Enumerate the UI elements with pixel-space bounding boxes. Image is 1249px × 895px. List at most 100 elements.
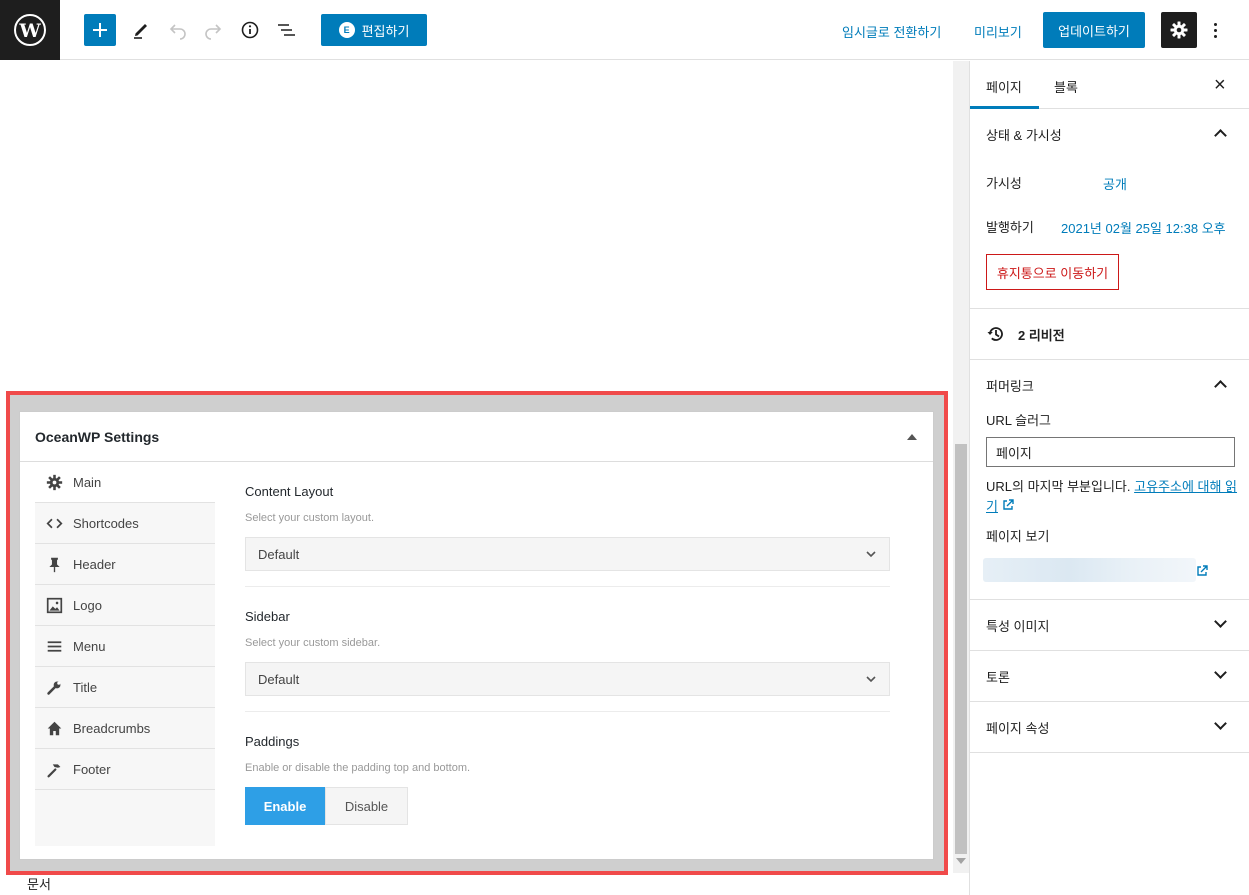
tab-label: Shortcodes [73,515,139,531]
add-block-button[interactable] [84,14,116,46]
info-icon[interactable] [234,14,266,46]
paddings-field: Paddings Enable or disable the padding t… [245,712,890,825]
history-icon [987,327,1003,341]
tab-logo[interactable]: Logo [35,585,215,626]
update-button[interactable]: 업데이트하기 [1043,12,1145,48]
canvas-scrollbar-thumb[interactable] [955,444,967,854]
chevron-down-icon [866,676,876,683]
chevron-down-icon [1214,615,1227,628]
undo-icon[interactable] [162,14,194,46]
visibility-label: 가시성 [986,176,1022,191]
panel-title: 특성 이미지 [986,618,1050,634]
external-link-icon[interactable] [1002,499,1014,511]
tab-label: Logo [73,597,102,613]
tab-label: Footer [73,761,111,777]
page-attributes-panel[interactable]: 페이지 속성 [970,702,1249,752]
gear-icon [45,473,63,491]
list-view-icon[interactable] [270,14,302,46]
redo-icon[interactable] [197,14,229,46]
disable-button[interactable]: Disable [325,787,408,825]
tab-header[interactable]: Header [35,544,215,585]
tab-main[interactable]: Main [35,462,215,503]
content-layout-field: Content Layout Select your custom layout… [245,462,890,587]
pin-icon [45,555,63,573]
permalink-panel: 퍼머링크 URL 슬러그 페이지 URL의 마지막 부분입니다. 고유주소에 대… [970,360,1249,599]
tab-label: Menu [73,638,106,654]
panel-title: 퍼머링크 [986,378,1034,394]
enable-button[interactable]: Enable [245,787,325,825]
tab-footer[interactable]: Footer [35,749,215,790]
revisions-row[interactable]: 2 리비전 [970,309,1249,359]
sidebar-select[interactable]: Default [245,662,890,696]
code-icon [45,514,63,532]
sidebar-field: Sidebar Select your custom sidebar. Defa… [245,587,890,712]
featured-image-panel[interactable]: 특성 이미지 [970,600,1249,650]
chevron-down-icon [1214,666,1227,679]
tab-title[interactable]: Title [35,667,215,708]
elementor-edit-label: 편집하기 [361,23,410,39]
menu-icon [45,637,63,655]
tab-shortcodes[interactable]: Shortcodes [35,503,215,544]
tab-block[interactable]: 블록 [1054,77,1078,96]
more-options-icon[interactable] [1207,18,1223,42]
panel-title: 페이지 속성 [986,720,1050,736]
metabox-title: OceanWP Settings [35,428,160,445]
metabox-tab-list: Main Shortcodes Header Logo Menu Title B… [35,462,215,846]
panel-title: 상태 & 가시성 [986,127,1062,143]
settings-gear-icon[interactable] [1161,12,1197,48]
switch-to-draft-link[interactable]: 임시글로 전환하기 [842,22,941,41]
content-layout-select[interactable]: Default [245,537,890,571]
field-description: Enable or disable the padding top and bo… [245,762,471,774]
metabox-header[interactable]: OceanWP Settings [20,412,933,462]
discussion-panel[interactable]: 토론 [970,651,1249,701]
view-page-label: 페이지 보기 [986,529,1050,544]
url-slug-input[interactable]: 페이지 [986,437,1235,467]
move-to-trash-button[interactable]: 휴지통으로 이동하기 [986,254,1119,290]
help-text: URL의 마지막 부분입니다. [986,479,1131,494]
chevron-down-icon [866,551,876,558]
chevron-up-icon [1214,129,1227,142]
tab-breadcrumbs[interactable]: Breadcrumbs [35,708,215,749]
block-breadcrumb[interactable]: 문서 [27,874,51,893]
wrench-icon [45,678,63,696]
editor-toolbar: W E 편집하기 임시글로 전환하기 미리보기 업데이트하기 [0,0,1249,60]
panel-title: 토론 [986,669,1010,685]
url-slug-label: URL 슬러그 [986,413,1052,428]
pen-tool-icon[interactable] [125,14,157,46]
permalink-help: URL의 마지막 부분입니다. 고유주소에 대해 읽기 [986,477,1242,517]
revisions-label: 2 리비전 [1018,327,1065,343]
field-label: Sidebar [245,609,290,624]
close-icon[interactable]: × [1214,75,1226,95]
collapse-arrow-icon[interactable] [907,433,917,440]
tab-label: Main [73,474,102,490]
panel-header[interactable]: 퍼머링크 [970,360,1249,410]
status-visibility-panel: 상태 & 가시성 가시성 공개 발행하기 2021년 02월 25일 12:38… [970,109,1249,308]
tab-menu[interactable]: Menu [35,626,215,667]
visibility-value[interactable]: 공개 [1103,174,1127,193]
oceanwp-settings-metabox: OceanWP Settings Main Shortcodes Header [19,411,934,860]
metabox-fields: Content Layout Select your custom layout… [245,462,890,825]
select-value: Default [258,546,300,562]
settings-sidebar: 페이지 블록 × 상태 & 가시성 가시성 공개 발행하기 2021년 02월 … [969,61,1249,895]
svg-text:W: W [18,20,41,42]
tab-label: Header [73,556,116,572]
preview-link[interactable]: 미리보기 [974,22,1022,41]
scroll-down-arrow-icon[interactable] [956,858,966,864]
select-value: Default [258,671,300,687]
field-description: Select your custom sidebar. [245,637,381,649]
tab-label: Breadcrumbs [73,720,151,736]
field-label: Content Layout [245,484,334,499]
wordpress-logo-icon[interactable]: W [0,0,60,60]
image-icon [45,596,63,614]
hammer-icon [45,760,63,778]
publish-label: 발행하기 [986,220,1034,235]
sidebar-tabs: 페이지 블록 × [970,61,1249,109]
tab-page[interactable]: 페이지 [986,77,1022,96]
page-url-link[interactable] [983,558,1196,582]
external-link-icon[interactable] [1196,565,1208,577]
tab-label: Title [73,679,98,695]
publish-date[interactable]: 2021년 02월 25일 12:38 오후 [1061,218,1226,237]
field-description: Select your custom layout. [245,512,375,524]
elementor-edit-button[interactable]: E 편집하기 [321,14,427,46]
panel-header[interactable]: 상태 & 가시성 [970,109,1249,159]
